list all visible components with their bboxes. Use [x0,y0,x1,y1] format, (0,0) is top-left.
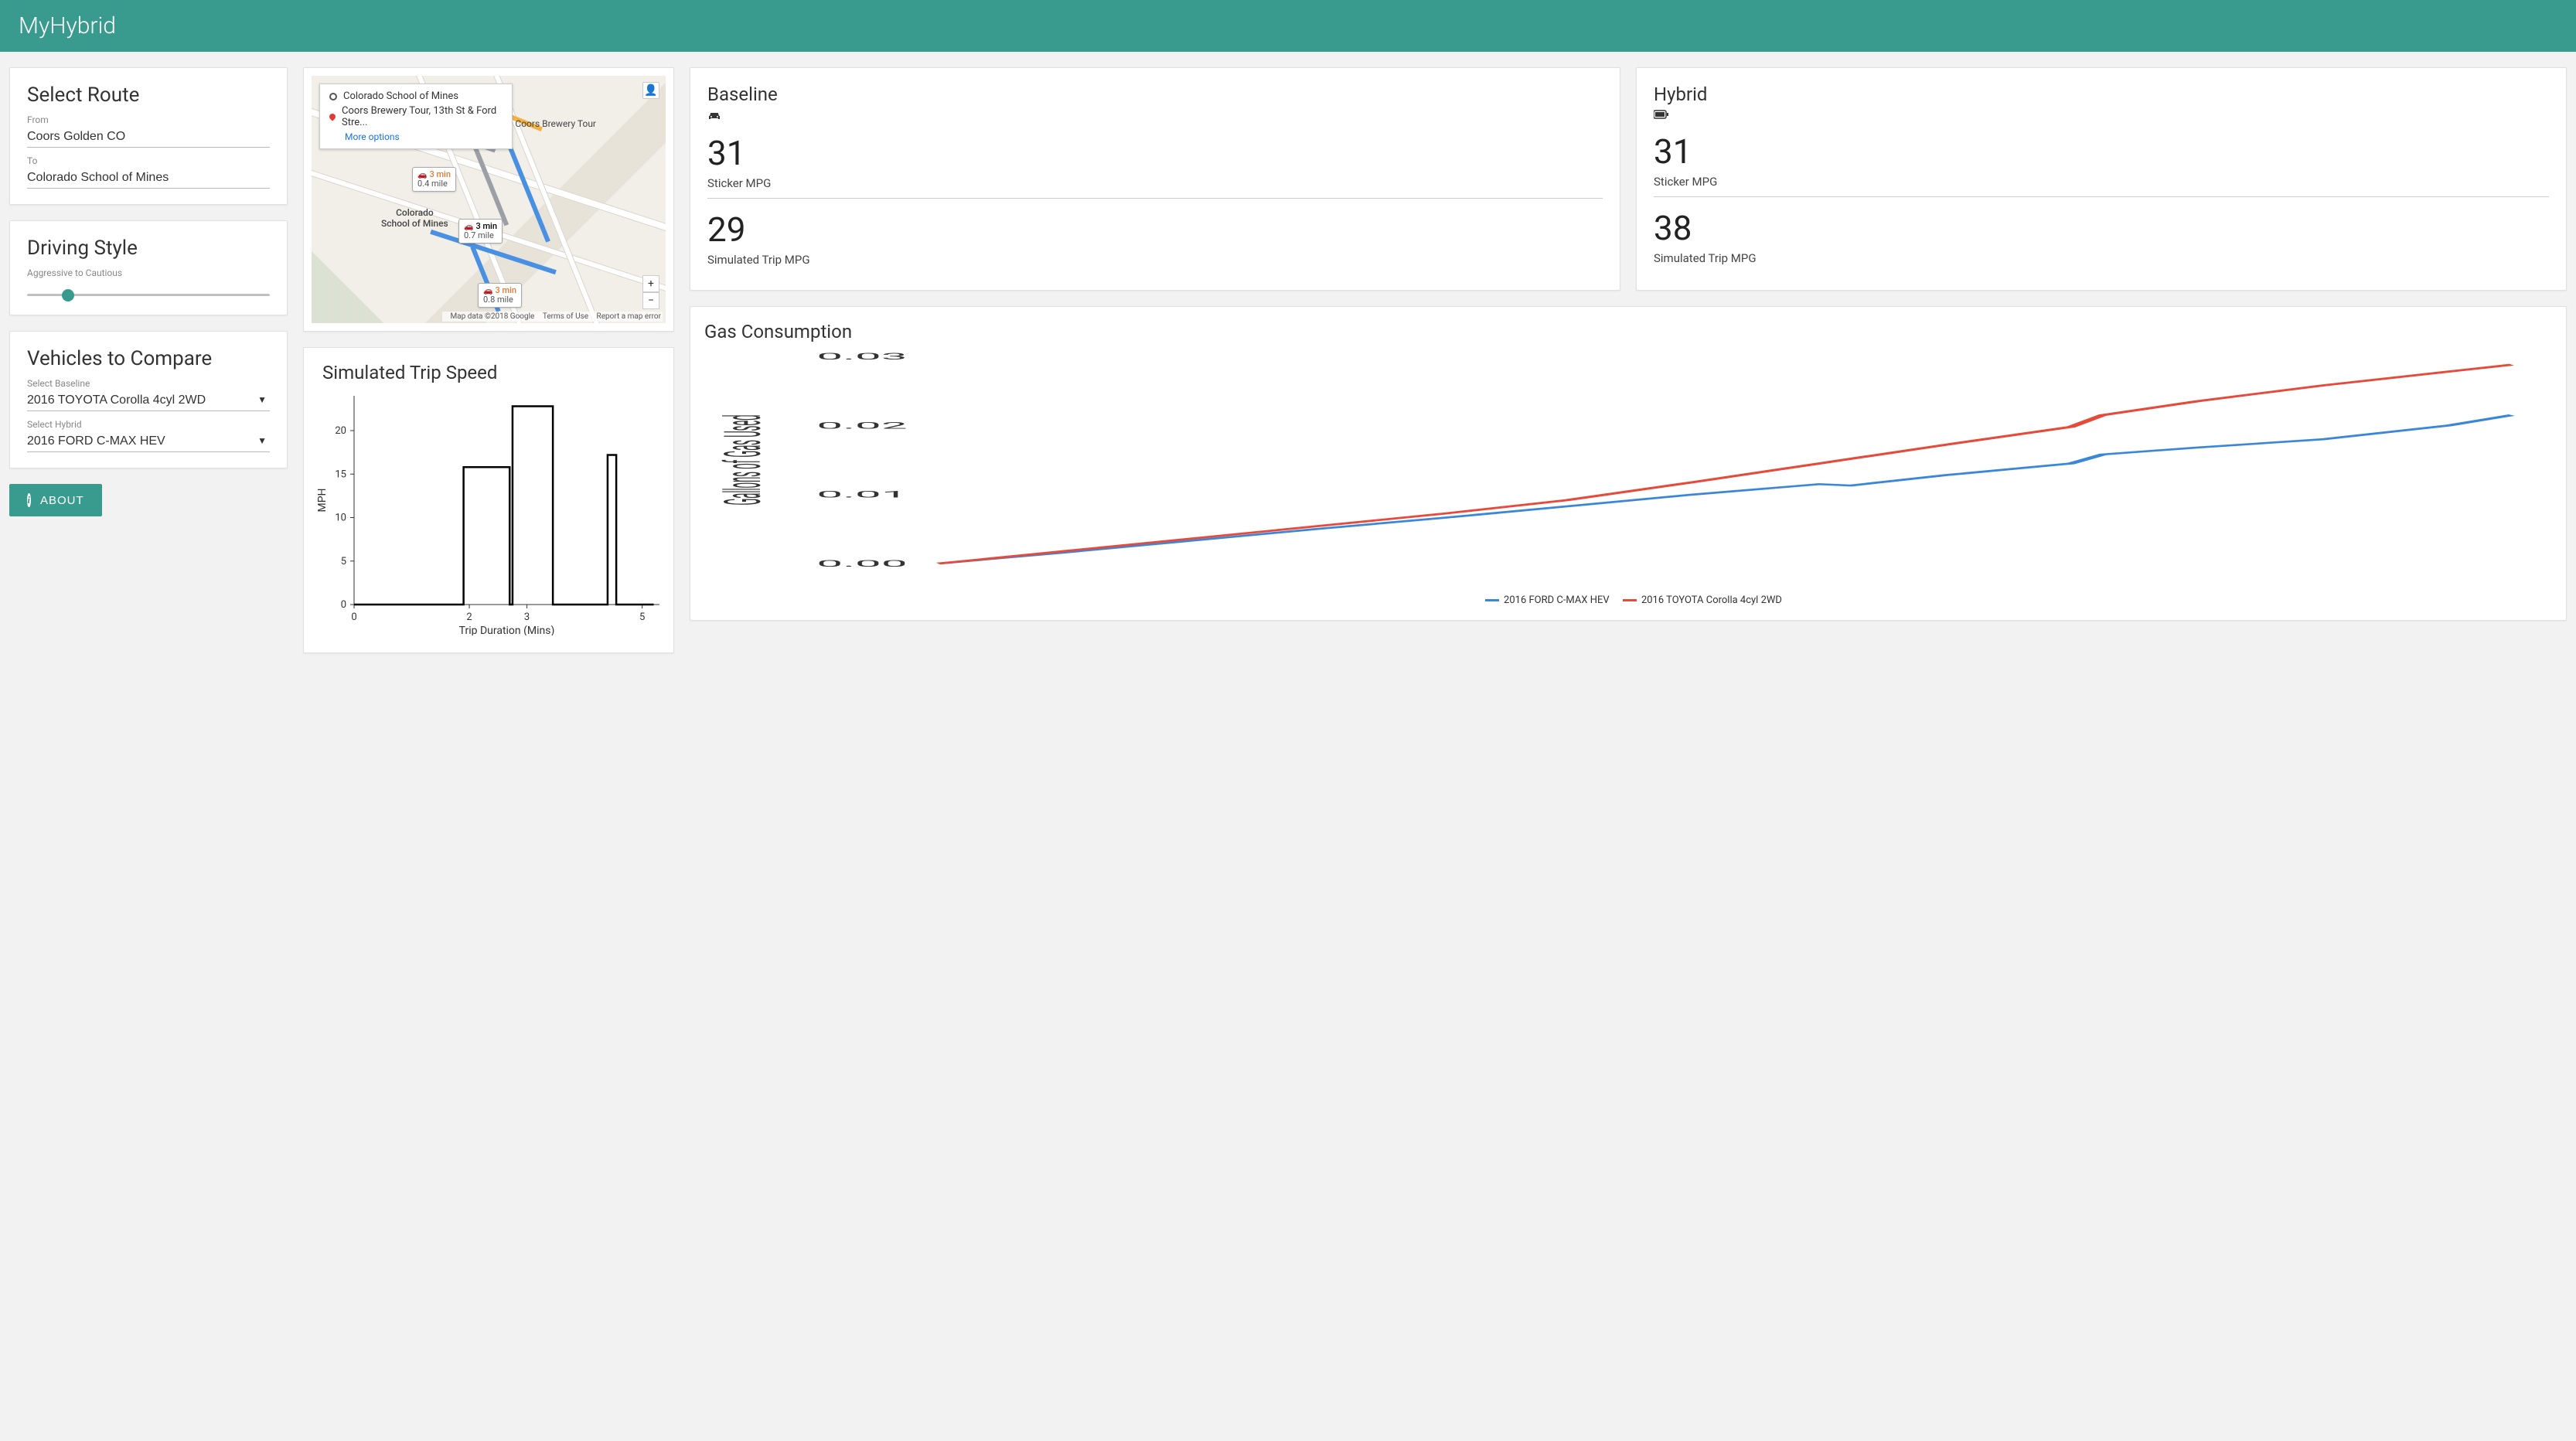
svg-text:0: 0 [341,599,346,611]
map-origin: Colorado School of Mines [343,90,458,102]
svg-text:Trip Duration (Mins): Trip Duration (Mins) [459,625,555,635]
route-option-2[interactable]: 🚗3 min0.7 mile [458,219,503,244]
hybrid-select-label: Select Hybrid [27,419,270,430]
vehicles-heading: Vehicles to Compare [27,347,270,370]
destination-pin-icon [328,112,336,121]
baseline-select[interactable]: ▼ [27,389,270,411]
app-header: MyHybrid [0,0,2576,52]
svg-text:2: 2 [466,611,472,623]
map-attribution: Map data ©2018 Google Terms of Use Repor… [442,312,663,322]
driving-style-card: Driving Style Aggressive to Cautious [9,220,288,315]
hybrid-select[interactable]: ▼ [27,430,270,452]
gas-chart: 0.00 0.01 0.02 0.03 Gallons of Gas Used [698,347,2558,587]
chevron-down-icon: ▼ [254,435,270,446]
map-more-options[interactable]: More options [345,131,503,142]
vehicles-card: Vehicles to Compare Select Baseline ▼ Se… [9,331,288,468]
map-destination: Coors Brewery Tour, 13th St & Ford Stre.… [342,105,503,128]
from-label: From [27,114,270,125]
svg-text:0.01: 0.01 [816,489,907,500]
baseline-title: Baseline [707,83,1603,105]
about-label: ABOUT [40,494,84,507]
hybrid-sim-label: Simulated Trip MPG [1654,251,2549,273]
baseline-sim-value: 29 [707,210,1603,250]
speed-chart: 0 5 10 15 20 0 2 3 5 MPH Trip Duration (Mins) [312,388,667,635]
svg-text:0.02: 0.02 [816,420,907,431]
info-icon: i [27,493,31,507]
map[interactable]: Colorado School of Mines Coors Brewery T… [312,76,666,323]
middle-column: Colorado School of Mines Coors Brewery T… [303,67,674,653]
hybrid-sticker-value: 31 [1654,131,2549,172]
gas-chart-title: Gas Consumption [704,321,2558,342]
map-directions-box: Colorado School of Mines Coors Brewery T… [319,83,513,149]
baseline-sim-label: Simulated Trip MPG [707,253,1603,274]
svg-text:5: 5 [341,556,346,567]
svg-text:0.00: 0.00 [816,558,907,569]
map-poi-origin: ColoradoSchool of Mines [381,207,448,229]
svg-text:15: 15 [335,468,346,480]
svg-text:Gallons of Gas Used: Gallons of Gas Used [714,414,773,505]
baseline-select-label: Select Baseline [27,378,270,389]
driving-style-heading: Driving Style [27,237,270,260]
speed-chart-title: Simulated Trip Speed [322,362,666,383]
baseline-metric-card: Baseline 31 Sticker MPG 29 Simulated Tri… [690,67,1620,291]
svg-text:MPH: MPH [316,488,329,512]
route-option-3[interactable]: 🚗3 min0.8 mile [478,283,522,308]
hybrid-select-value[interactable] [27,430,254,451]
driving-style-hint: Aggressive to Cautious [27,267,270,278]
chevron-down-icon: ▼ [254,394,270,405]
to-input[interactable] [27,166,270,189]
route-option-1[interactable]: 🚗3 min0.4 mile [412,167,456,192]
gas-chart-card: Gas Consumption 0.00 0.01 0.02 0.03 Gallons … [690,306,2567,621]
speed-chart-card: Simulated Trip Speed 0 5 10 15 20 0 2 3 5 MPH Trip… [303,347,674,653]
battery-icon [1654,110,2549,122]
right-column: Baseline 31 Sticker MPG 29 Simulated Tri… [690,67,2567,621]
svg-text:10: 10 [335,513,346,524]
map-signin-icon[interactable]: 👤 [642,82,659,99]
baseline-sticker-label: Sticker MPG [707,176,1603,199]
svg-text:5: 5 [639,611,645,623]
baseline-sticker-value: 31 [707,133,1603,173]
car-icon [707,110,1603,124]
left-column: Select Route From To Driving Style Aggre… [9,67,288,516]
svg-text:0: 0 [351,611,356,623]
map-zoom-out[interactable]: − [642,292,659,309]
map-report-link[interactable]: Report a map error [597,312,661,321]
origin-pin-icon [329,93,337,100]
app-title: MyHybrid [19,12,116,39]
driving-style-slider[interactable] [27,294,270,296]
hybrid-sim-value: 38 [1654,208,2549,248]
baseline-select-value[interactable] [27,389,254,410]
svg-text:0.03: 0.03 [816,351,907,362]
legend-swatch-b [1623,599,1637,601]
svg-text:20: 20 [335,425,346,437]
hybrid-sticker-label: Sticker MPG [1654,175,2549,197]
route-heading: Select Route [27,83,270,107]
map-terms-link[interactable]: Terms of Use [543,312,588,321]
route-card: Select Route From To [9,67,288,205]
from-input[interactable] [27,125,270,148]
svg-text:3: 3 [524,611,530,623]
map-poi-dest: Coors Brewery Tour [515,118,596,129]
legend-swatch-a [1485,599,1499,601]
to-label: To [27,155,270,166]
gas-chart-legend: 2016 FORD C-MAX HEV 2016 TOYOTA Corolla … [698,594,2558,606]
about-button[interactable]: i ABOUT [9,484,102,516]
map-zoom-in[interactable]: + [642,275,659,292]
map-card: Colorado School of Mines Coors Brewery T… [303,67,674,332]
hybrid-title: Hybrid [1654,83,2549,105]
hybrid-metric-card: Hybrid 31 Sticker MPG 38 Simulated Trip … [1636,67,2567,291]
